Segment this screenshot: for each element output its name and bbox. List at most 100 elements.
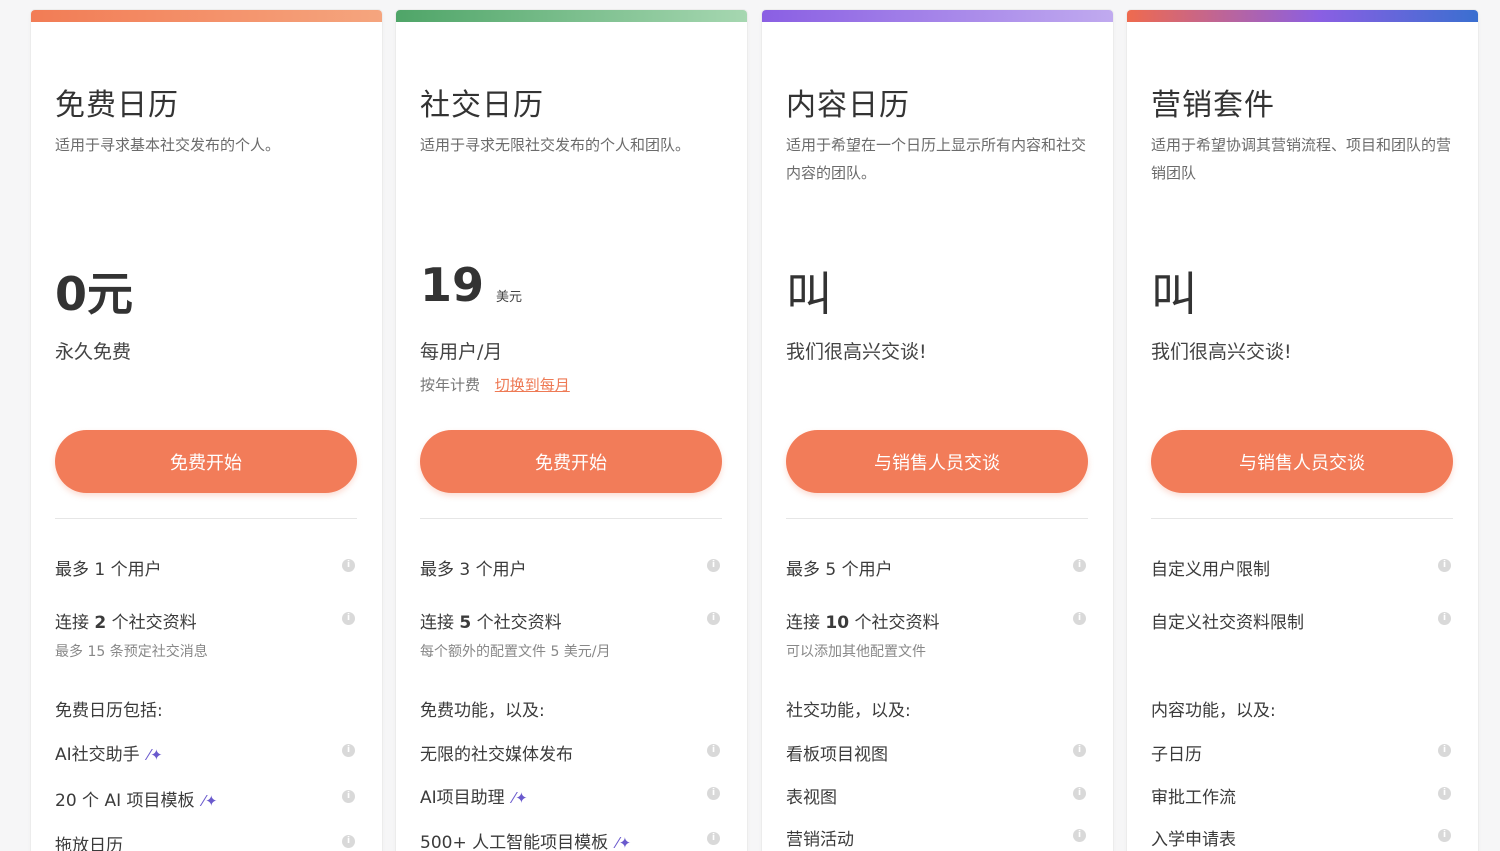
price-amount: 0元 bbox=[55, 267, 134, 321]
plan-description: 适用于希望在一个日历上显示所有内容和社交内容的团队。 bbox=[786, 136, 1087, 182]
feature-label: 最多 5 个用户 bbox=[786, 560, 893, 580]
billing-info: 按年计费 切换到每月 bbox=[420, 374, 570, 395]
card-accent-bar bbox=[31, 10, 382, 22]
price-currency: 美元 bbox=[496, 290, 523, 305]
feature-item: 表视图 i bbox=[786, 783, 1088, 808]
feature-label: 子日历 bbox=[1151, 745, 1202, 765]
card-accent-bar bbox=[396, 10, 747, 22]
info-icon[interactable]: i bbox=[342, 790, 355, 803]
info-icon[interactable]: i bbox=[1073, 559, 1086, 572]
section-label: 免费功能，以及: bbox=[420, 701, 545, 721]
feature-item: 500+ 人工智能项目模板 ⁄✦ i bbox=[420, 828, 722, 851]
feature-item: 20 个 AI 项目模板 ⁄✦ i bbox=[55, 786, 357, 811]
plan-title: 营销套件 bbox=[1151, 88, 1275, 123]
feature-label: 最多 1 个用户 bbox=[55, 560, 162, 580]
feature-profiles: 连接 10 个社交资料 i 可以添加其他配置文件 bbox=[786, 608, 1088, 661]
plan-card-content: 内容日历 适用于希望在一个日历上显示所有内容和社交内容的团队。 叫 我们很高兴交… bbox=[762, 10, 1113, 851]
feature-label: 无限的社交媒体发布 bbox=[420, 745, 573, 765]
info-icon[interactable]: i bbox=[1073, 829, 1086, 842]
plan-description: 适用于寻求无限社交发布的个人和团队。 bbox=[420, 136, 691, 154]
divider bbox=[420, 518, 722, 519]
info-icon[interactable]: i bbox=[342, 612, 355, 625]
info-icon[interactable]: i bbox=[342, 835, 355, 848]
feature-label: 最多 3 个用户 bbox=[420, 560, 527, 580]
feature-label: 审批工作流 bbox=[1151, 788, 1236, 808]
info-icon[interactable]: i bbox=[1073, 787, 1086, 800]
feature-item: 无限的社交媒体发布 i bbox=[420, 740, 722, 765]
feature-users: 自定义用户限制 i bbox=[1151, 555, 1453, 580]
feature-sublabel: 最多 15 条预定社交消息 bbox=[55, 644, 208, 660]
billing-period: 按年计费 bbox=[420, 376, 481, 394]
price-subtitle: 我们很高兴交谈! bbox=[1151, 341, 1292, 363]
plan-title: 内容日历 bbox=[786, 88, 910, 123]
price-subtitle: 每用户/月 bbox=[420, 341, 503, 363]
info-icon[interactable]: i bbox=[707, 787, 720, 800]
price: 叫 bbox=[1151, 258, 1197, 324]
info-icon[interactable]: i bbox=[1438, 744, 1451, 757]
feature-label: 入学申请表 bbox=[1151, 830, 1236, 850]
feature-item: 入学申请表 i bbox=[1151, 825, 1453, 850]
feature-label: AI社交助手 bbox=[55, 745, 140, 765]
feature-label: AI项目助理 bbox=[420, 788, 505, 808]
price: 叫 bbox=[786, 258, 832, 324]
talk-to-sales-button[interactable]: 与销售人员交谈 bbox=[1151, 430, 1453, 493]
feature-item: 看板项目视图 i bbox=[786, 740, 1088, 765]
info-icon[interactable]: i bbox=[1438, 559, 1451, 572]
info-icon[interactable]: i bbox=[342, 744, 355, 757]
info-icon[interactable]: i bbox=[707, 744, 720, 757]
start-free-button[interactable]: 免费开始 bbox=[420, 430, 722, 493]
price-amount: 19 bbox=[420, 258, 485, 312]
price-amount: 叫 bbox=[1151, 267, 1197, 321]
feature-item: 营销活动 i bbox=[786, 825, 1088, 850]
section-label: 社交功能，以及: bbox=[786, 701, 911, 721]
feature-item: AI社交助手 ⁄✦ i bbox=[55, 740, 357, 765]
feature-item: AI项目助理 ⁄✦ i bbox=[420, 783, 722, 808]
info-icon[interactable]: i bbox=[707, 612, 720, 625]
plan-card-marketing: 营销套件 适用于希望协调其营销流程、项目和团队的营销团队 叫 我们很高兴交谈! … bbox=[1127, 10, 1478, 851]
magic-wand-icon: ⁄✦ bbox=[147, 746, 163, 764]
feature-label: 连接 10 个社交资料 bbox=[786, 613, 940, 633]
info-icon[interactable]: i bbox=[1073, 612, 1086, 625]
feature-label: 拖放日历 bbox=[55, 836, 123, 851]
info-icon[interactable]: i bbox=[1073, 744, 1086, 757]
magic-wand-icon: ⁄✦ bbox=[202, 792, 218, 810]
feature-item: 子日历 i bbox=[1151, 740, 1453, 765]
price: 19 美元 bbox=[420, 258, 522, 312]
section-label: 内容功能，以及: bbox=[1151, 701, 1276, 721]
info-icon[interactable]: i bbox=[1438, 787, 1451, 800]
feature-profiles: 连接 2 个社交资料 i 最多 15 条预定社交消息 bbox=[55, 608, 357, 661]
price-subtitle: 我们很高兴交谈! bbox=[786, 341, 927, 363]
plan-title: 社交日历 bbox=[420, 88, 544, 123]
section-label: 免费日历包括: bbox=[55, 701, 163, 721]
feature-label: 自定义用户限制 bbox=[1151, 560, 1270, 580]
feature-label: 500+ 人工智能项目模板 bbox=[420, 833, 609, 851]
feature-sublabel: 每个额外的配置文件 5 美元/月 bbox=[420, 644, 611, 660]
info-icon[interactable]: i bbox=[342, 559, 355, 572]
feature-label: 营销活动 bbox=[786, 830, 854, 850]
plan-card-free: 免费日历 适用于寻求基本社交发布的个人。 0元 永久免费 免费开始 最多 1 个… bbox=[31, 10, 382, 851]
feature-label: 自定义社交资料限制 bbox=[1151, 613, 1304, 633]
divider bbox=[1151, 518, 1453, 519]
price-subtitle: 永久免费 bbox=[55, 341, 132, 363]
feature-profiles: 连接 5 个社交资料 i 每个额外的配置文件 5 美元/月 bbox=[420, 608, 722, 661]
price-amount: 叫 bbox=[786, 267, 832, 321]
divider bbox=[55, 518, 357, 519]
feature-label: 连接 5 个社交资料 bbox=[420, 613, 562, 633]
card-accent-bar bbox=[1127, 10, 1478, 22]
switch-monthly-link[interactable]: 切换到每月 bbox=[495, 376, 570, 394]
magic-wand-icon: ⁄✦ bbox=[512, 789, 528, 807]
talk-to-sales-button[interactable]: 与销售人员交谈 bbox=[786, 430, 1088, 493]
plan-description: 适用于寻求基本社交发布的个人。 bbox=[55, 136, 281, 154]
start-free-button[interactable]: 免费开始 bbox=[55, 430, 357, 493]
feature-users: 最多 3 个用户 i bbox=[420, 555, 722, 580]
info-icon[interactable]: i bbox=[1438, 829, 1451, 842]
info-icon[interactable]: i bbox=[1438, 612, 1451, 625]
feature-users: 最多 5 个用户 i bbox=[786, 555, 1088, 580]
info-icon[interactable]: i bbox=[707, 559, 720, 572]
divider bbox=[786, 518, 1088, 519]
card-accent-bar bbox=[762, 10, 1113, 22]
feature-label: 看板项目视图 bbox=[786, 745, 888, 765]
pricing-cards: 免费日历 适用于寻求基本社交发布的个人。 0元 永久免费 免费开始 最多 1 个… bbox=[0, 0, 1500, 851]
plan-description: 适用于希望协调其营销流程、项目和团队的营销团队 bbox=[1151, 136, 1452, 182]
info-icon[interactable]: i bbox=[707, 832, 720, 845]
